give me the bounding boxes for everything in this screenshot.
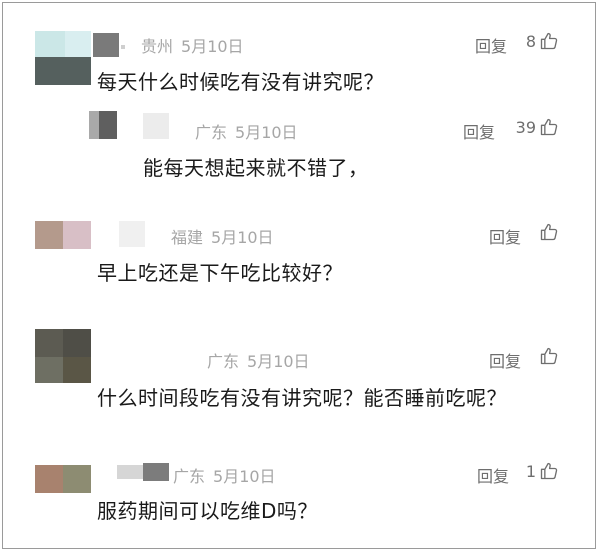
comment-text: 什么时间段吃有没有讲究呢？能否睡前吃呢？: [97, 386, 507, 410]
thumbs-up-icon: [540, 32, 558, 50]
reply-button[interactable]: 回复: [489, 348, 521, 372]
date: 5月10日: [211, 228, 274, 247]
like-button[interactable]: [536, 222, 559, 242]
comment-text: 早上吃还是下午吃比较好？: [97, 261, 343, 285]
like-count: 1: [525, 461, 536, 481]
thumbs-up-icon: [540, 347, 558, 365]
date: 5月10日: [235, 123, 298, 142]
comment-meta: 广东 5月10日: [195, 119, 298, 143]
comment-text: 服药期间可以吃维D吗？: [97, 499, 318, 523]
reply-button[interactable]: 回复: [475, 33, 507, 57]
like-button[interactable]: 8: [526, 31, 559, 51]
like-button[interactable]: 1: [526, 461, 559, 481]
date: 5月10日: [181, 37, 244, 56]
comment-meta: 广东 5月10日: [173, 463, 276, 487]
comment-text: 能每天想起来就不错了，: [143, 156, 369, 180]
reply-button[interactable]: 回复: [477, 463, 509, 487]
comment-meta: 贵州 5月10日: [141, 33, 244, 57]
like-count: 39: [515, 117, 536, 137]
comment-text: 每天什么时候吃有没有讲究呢？: [97, 70, 384, 94]
comment-list: 贵州 5月10日 回复 8 每天什么时候吃有没有讲究呢？ 广东 5月10日 回复 3…: [2, 2, 596, 549]
thumbs-up-icon: [540, 462, 558, 480]
comment-meta: 福建 5月10日: [171, 224, 274, 248]
date: 5月10日: [247, 352, 310, 371]
comment-meta: 广东 5月10日: [207, 348, 310, 372]
reply-button[interactable]: 回复: [463, 119, 495, 143]
thumbs-up-icon: [540, 223, 558, 241]
location: 福建: [171, 228, 204, 247]
like-count: 8: [525, 31, 536, 51]
thumbs-up-icon: [540, 118, 558, 136]
like-button[interactable]: [536, 346, 559, 366]
location: 广东: [173, 467, 206, 486]
reply-button[interactable]: 回复: [489, 224, 521, 248]
like-button[interactable]: 39: [516, 117, 559, 137]
location: 广东: [195, 123, 228, 142]
location: 贵州: [141, 37, 174, 56]
date: 5月10日: [213, 467, 276, 486]
location: 广东: [207, 352, 240, 371]
